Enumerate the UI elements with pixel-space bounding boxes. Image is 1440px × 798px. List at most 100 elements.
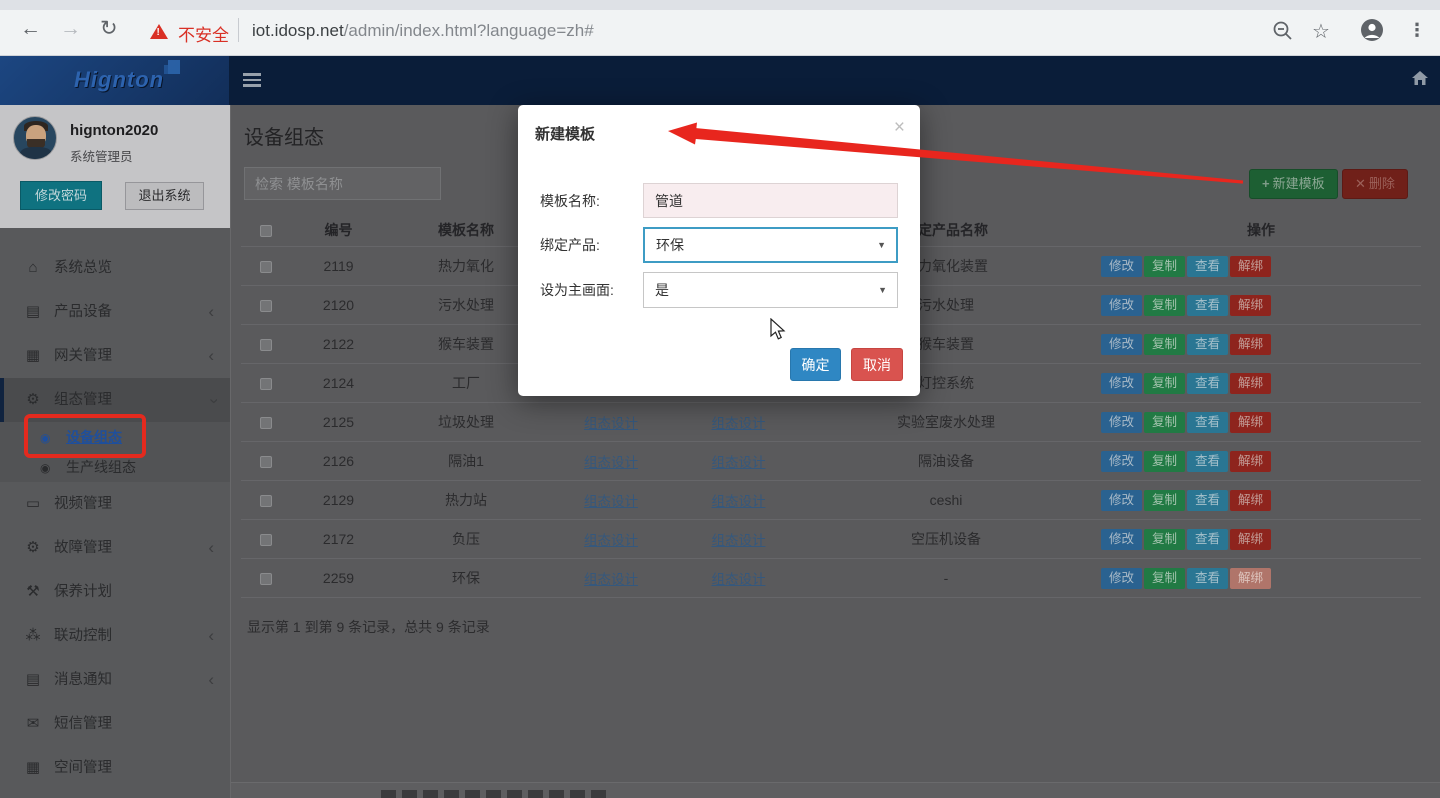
row-checkbox[interactable] [260, 300, 272, 312]
line-config-link[interactable]: 生产线组态 [66, 459, 136, 475]
brand-logo[interactable]: Hignton [0, 56, 229, 105]
sidebar-item-overview[interactable]: ⌂系统总览 [0, 246, 230, 290]
device-config-link[interactable]: 设备组态 [66, 429, 122, 445]
browser-menu-icon[interactable]: ⋮ [1408, 20, 1426, 41]
row-checkbox[interactable] [260, 495, 272, 507]
browser-back-button[interactable]: ← [20, 18, 41, 39]
copy-button[interactable]: 复制 [1144, 451, 1185, 472]
change-password-button[interactable]: 修改密码 [20, 181, 102, 210]
confirm-button[interactable]: 确定 [790, 348, 841, 381]
edit-button[interactable]: 修改 [1101, 451, 1142, 472]
cell-number: 2124 [291, 375, 386, 391]
chevron-left-icon: ‹ [208, 290, 214, 334]
new-template-button[interactable]: +新建模板 [1249, 169, 1338, 199]
row-checkbox[interactable] [260, 456, 272, 468]
view-button[interactable]: 查看 [1187, 412, 1228, 433]
copy-button[interactable]: 复制 [1144, 490, 1185, 511]
search-input[interactable] [244, 167, 441, 200]
address-bar[interactable]: iot.idosp.net/admin/index.html?language=… [252, 21, 594, 41]
edit-button[interactable]: 修改 [1101, 334, 1142, 355]
bookmark-star-icon[interactable]: ☆ [1312, 19, 1330, 44]
insecure-label[interactable]: 不安全 [178, 21, 229, 46]
cancel-button[interactable]: 取消 [851, 348, 903, 381]
edit-button[interactable]: 修改 [1101, 256, 1142, 277]
design-link-2[interactable]: 组态设计 [712, 494, 766, 509]
sidebar-item-space[interactable]: ▦空间管理 [0, 746, 230, 790]
design-link-1[interactable]: 组态设计 [584, 455, 638, 470]
unbind-button[interactable]: 解绑 [1230, 295, 1271, 316]
design-link-2[interactable]: 组态设计 [712, 416, 766, 431]
edit-button[interactable]: 修改 [1101, 295, 1142, 316]
sidebar-item-linkage[interactable]: ⁂联动控制‹ [0, 614, 230, 658]
unbind-button[interactable]: 解绑 [1230, 256, 1271, 277]
unbind-button[interactable]: 解绑 [1230, 490, 1271, 511]
home-icon[interactable] [1410, 68, 1430, 88]
delete-button[interactable]: ✕删除 [1342, 169, 1408, 199]
unbind-button[interactable]: 解绑 [1230, 412, 1271, 433]
sidebar-item-configuration[interactable]: ⚙组态管理‹ [0, 378, 230, 422]
copy-button[interactable]: 复制 [1144, 295, 1185, 316]
edit-button[interactable]: 修改 [1101, 412, 1142, 433]
browser-reload-button[interactable]: ↻ [100, 18, 118, 39]
sidebar-item-message[interactable]: ▤消息通知‹ [0, 658, 230, 702]
edit-button[interactable]: 修改 [1101, 568, 1142, 589]
row-checkbox[interactable] [260, 573, 272, 585]
close-icon[interactable]: × [894, 117, 905, 139]
row-checkbox[interactable] [260, 261, 272, 273]
template-name-input[interactable] [643, 183, 898, 218]
sidebar-item-video[interactable]: ▭视频管理 [0, 482, 230, 526]
row-checkbox[interactable] [260, 378, 272, 390]
sidebar-item-maintenance[interactable]: ⚒保养计划 [0, 570, 230, 614]
copy-button[interactable]: 复制 [1144, 373, 1185, 394]
sidebar-item-gateway[interactable]: ▦网关管理‹ [0, 334, 230, 378]
zoom-out-icon[interactable] [1272, 20, 1294, 42]
browser-forward-button[interactable]: → [60, 18, 81, 39]
view-button[interactable]: 查看 [1187, 451, 1228, 472]
design-link-2[interactable]: 组态设计 [712, 533, 766, 548]
view-button[interactable]: 查看 [1187, 334, 1228, 355]
design-link-2[interactable]: 组态设计 [712, 572, 766, 587]
sidebar-item-products[interactable]: ▤产品设备‹ [0, 290, 230, 334]
bind-product-select[interactable]: 环保▼ [643, 227, 898, 263]
row-checkbox[interactable] [260, 339, 272, 351]
main-screen-label: 设为主画面: [540, 280, 643, 300]
design-link-2[interactable]: 组态设计 [712, 455, 766, 470]
copy-button[interactable]: 复制 [1144, 412, 1185, 433]
sidebar-toggle-icon[interactable] [243, 73, 261, 90]
copy-button[interactable]: 复制 [1144, 334, 1185, 355]
view-button[interactable]: 查看 [1187, 490, 1228, 511]
sidebar-item-line-config[interactable]: ◉生产线组态 [0, 452, 230, 482]
design-link-1[interactable]: 组态设计 [584, 416, 638, 431]
profile-avatar-icon[interactable] [1360, 18, 1384, 42]
copy-button[interactable]: 复制 [1144, 529, 1185, 550]
edit-button[interactable]: 修改 [1101, 373, 1142, 394]
copy-button[interactable]: 复制 [1144, 256, 1185, 277]
row-checkbox[interactable] [260, 417, 272, 429]
design-link-1[interactable]: 组态设计 [584, 533, 638, 548]
sidebar-item-sms[interactable]: ✉短信管理 [0, 702, 230, 746]
copy-button[interactable]: 复制 [1144, 568, 1185, 589]
unbind-button[interactable]: 解绑 [1230, 568, 1271, 589]
row-checkbox[interactable] [260, 534, 272, 546]
view-button[interactable]: 查看 [1187, 529, 1228, 550]
select-all-checkbox[interactable] [260, 225, 272, 237]
browser-tabstrip [0, 0, 1440, 10]
view-button[interactable]: 查看 [1187, 373, 1228, 394]
view-button[interactable]: 查看 [1187, 295, 1228, 316]
edit-button[interactable]: 修改 [1101, 529, 1142, 550]
unbind-button[interactable]: 解绑 [1230, 373, 1271, 394]
main-screen-select[interactable]: 是▼ [643, 272, 898, 308]
unbind-button[interactable]: 解绑 [1230, 451, 1271, 472]
x-icon: ✕ [1355, 176, 1366, 191]
design-link-1[interactable]: 组态设计 [584, 494, 638, 509]
unbind-button[interactable]: 解绑 [1230, 529, 1271, 550]
logout-button[interactable]: 退出系统 [125, 182, 204, 210]
view-button[interactable]: 查看 [1187, 568, 1228, 589]
view-button[interactable]: 查看 [1187, 256, 1228, 277]
edit-button[interactable]: 修改 [1101, 490, 1142, 511]
cell-product-name: 空压机设备 [801, 529, 1091, 549]
unbind-button[interactable]: 解绑 [1230, 334, 1271, 355]
sidebar-item-device-config[interactable]: ◉设备组态 [0, 422, 230, 452]
design-link-1[interactable]: 组态设计 [584, 572, 638, 587]
sidebar-item-fault[interactable]: ⚙故障管理‹ [0, 526, 230, 570]
